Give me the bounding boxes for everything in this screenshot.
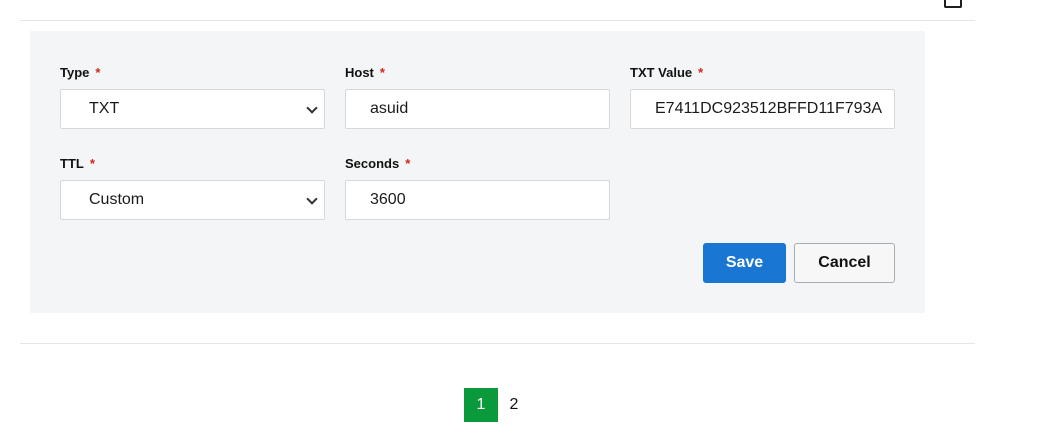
host-label: Host * [345,65,610,81]
seconds-input[interactable]: 3600 [345,180,610,220]
seconds-label: Seconds * [345,156,610,172]
type-label-text: Type [60,65,90,80]
type-label: Type * [60,65,325,81]
chevron-down-icon [306,102,318,114]
txt-value-label-text: TXT Value [630,65,693,80]
host-label-text: Host [345,65,374,80]
required-mark: * [379,65,385,80]
required-mark: * [89,156,95,171]
page: Type * TXT Host * asuid TXT Value * E7411DC… [0,0,1048,445]
ttl-label: TTL * [60,156,325,172]
seconds-field: Seconds * 3600 [345,156,610,220]
type-select-value: TXT [89,100,120,117]
seconds-label-text: Seconds [345,156,400,171]
txt-value-label: TXT Value * [630,65,895,81]
required-mark: * [698,65,704,80]
host-field: Host * asuid [345,65,610,129]
save-button[interactable]: Save [703,243,786,283]
ttl-select[interactable]: Custom [60,180,325,220]
type-select[interactable]: TXT [60,89,325,129]
type-field: Type * TXT [60,65,325,129]
required-mark: * [405,156,411,171]
ttl-field: TTL * Custom [60,156,325,220]
dns-record-edit-panel: Type * TXT Host * asuid TXT Value * E7411DC… [30,31,925,313]
ttl-select-value: Custom [89,191,145,208]
txt-value-input[interactable]: E7411DC923512BFFD11F793A [630,89,895,129]
txt-value-field: TXT Value * E7411DC923512BFFD11F793A [630,65,895,129]
bottom-divider [20,343,975,344]
chevron-down-icon [306,193,318,205]
ttl-label-text: TTL [60,156,84,171]
host-input[interactable]: asuid [345,89,610,129]
required-mark: * [95,65,101,80]
page-1-button[interactable]: 1 [464,388,498,422]
export-icon[interactable] [944,0,962,8]
top-divider [20,20,975,21]
cancel-button[interactable]: Cancel [794,243,895,283]
page-2-button[interactable]: 2 [504,388,524,422]
